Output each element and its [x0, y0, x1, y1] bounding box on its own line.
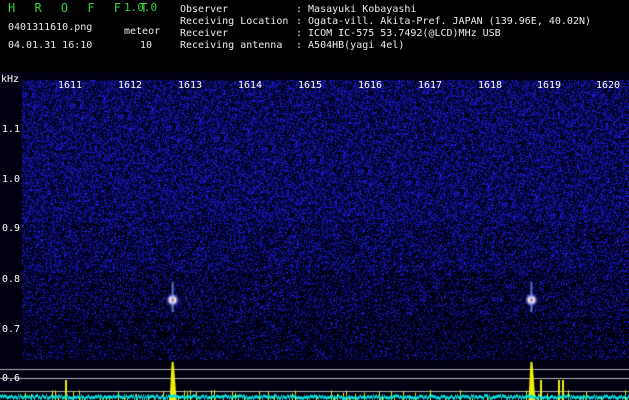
freq-tick: 0.8: [2, 274, 21, 285]
freq-tick: 0.7: [2, 324, 21, 335]
header-panel: H R O F F T 1.0.0 0401311610.png meteor …: [0, 0, 629, 72]
freq-tick: 1.0: [2, 174, 21, 185]
info-value: : A504HB(yagi 4el): [296, 40, 405, 51]
time-tick: 1618: [478, 80, 503, 91]
meteor-count: 10: [140, 40, 153, 51]
freq-tick: 0.6: [2, 373, 21, 384]
timestamp: 04.01.31 16:10: [8, 40, 93, 51]
info-key: Receiver: [180, 28, 229, 39]
info-key: Receiving Location: [180, 16, 289, 27]
time-tick: 1617: [418, 80, 443, 91]
time-tick: 1615: [298, 80, 323, 91]
time-tick: 1616: [358, 80, 383, 91]
info-observer: Observer : Masayuki Kobayashi: [180, 4, 416, 15]
info-key: Observer: [180, 4, 229, 15]
info-antenna: Receiving antenna : A504HB(yagi 4el): [180, 40, 404, 51]
app-version: 1.0.0: [124, 1, 158, 14]
freq-tick: 0.9: [2, 223, 21, 234]
info-value: : Masayuki Kobayashi: [296, 4, 417, 15]
time-tick: 1611: [58, 80, 83, 91]
time-tick: 1613: [178, 80, 203, 91]
info-key: Receiving antenna: [180, 40, 283, 51]
info-value: : ICOM IC-575 53.7492(@LCD)MHz USB: [296, 28, 501, 39]
info-receiver: Receiver : ICOM IC-575 53.7492(@LCD)MHz U…: [180, 28, 501, 39]
time-tick: 1612: [118, 80, 143, 91]
time-tick: 1620: [596, 80, 621, 91]
freq-tick: 1.1: [2, 124, 21, 135]
khz-axis-label: kHz: [1, 74, 20, 85]
time-tick: 1619: [537, 80, 562, 91]
info-location: Receiving Location : Ogata-vill. Akita-Pr…: [180, 16, 591, 27]
info-value: : Ogata-vill. Akita-Pref. JAPAN (139.96E…: [296, 16, 592, 27]
meteor-label: meteor: [124, 26, 161, 37]
time-tick: 1614: [238, 80, 263, 91]
spectrogram-canvas: [0, 72, 629, 400]
file-name: 0401311610.png: [8, 22, 93, 33]
